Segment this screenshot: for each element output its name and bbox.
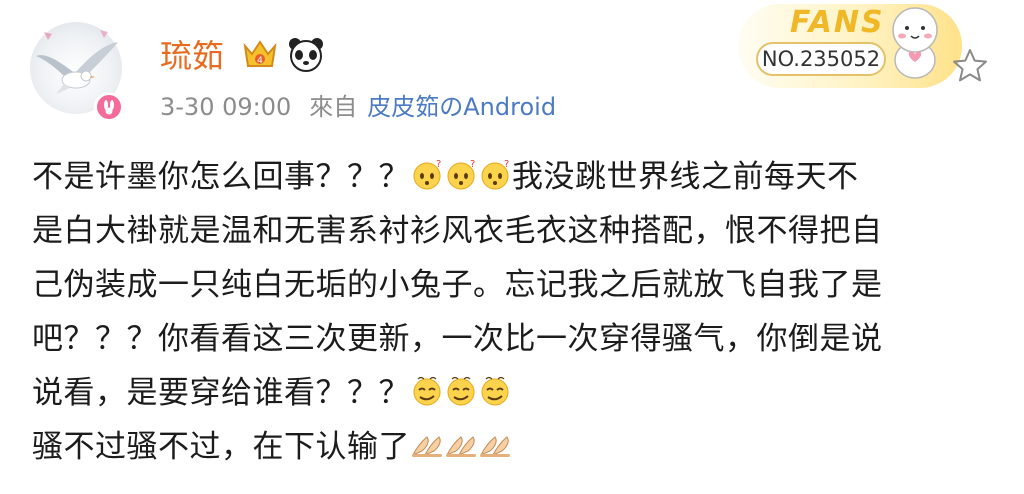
vip-crown-icon[interactable]: 4 xyxy=(240,34,280,74)
mascot-icon xyxy=(892,7,938,79)
smirk-face-emoji xyxy=(478,370,512,424)
fans-title: FANS xyxy=(790,5,885,40)
post-content: 不是许墨你怎么回事？？？??? 我没跳世界线之前每天不 是白大褂就是温和无害系衬衫… xyxy=(32,150,992,474)
content-line-2: 是白大褂就是温和无害系衬衫风衣毛衣这种搭配，恨不得把自 xyxy=(32,213,883,249)
bowing-hands-emoji xyxy=(444,424,478,478)
smirk-face-emoji xyxy=(444,370,478,424)
content-text: 我没跳世界线之前每天不 xyxy=(512,159,859,195)
bowing-hands-emoji xyxy=(410,424,444,478)
from-label: 來自 xyxy=(309,93,358,121)
confused-face-emoji: ? xyxy=(410,154,444,208)
confused-face-emoji: ? xyxy=(478,154,512,208)
star-icon[interactable] xyxy=(950,46,990,86)
content-line-6: 骚不过骚不过，在下认输了 xyxy=(32,420,992,474)
bowing-hands-emoji xyxy=(478,424,512,478)
confused-face-emoji: ? xyxy=(444,154,478,208)
content-text: 不是许墨你怎么回事？？？ xyxy=(32,159,410,195)
content-text: 说看，是要穿给谁看？？？ xyxy=(32,375,410,411)
verified-badge-icon xyxy=(94,92,124,122)
svg-text:?: ? xyxy=(436,159,442,170)
content-line-4: 吧？？？你看看这三次更新，一次比一次穿得骚气，你倒是说 xyxy=(32,321,883,357)
fans-number: NO.235052 xyxy=(756,42,886,76)
svg-text:?: ? xyxy=(504,159,510,170)
source-link[interactable]: 皮皮筎のAndroid xyxy=(367,93,556,121)
content-text: 骚不过骚不过，在下认输了 xyxy=(32,429,410,465)
svg-text:4: 4 xyxy=(257,56,263,66)
panda-icon[interactable] xyxy=(286,34,326,74)
post-time: 3-30 09:00 xyxy=(160,93,292,121)
smirk-face-emoji xyxy=(410,370,444,424)
svg-text:?: ? xyxy=(470,159,476,170)
content-line-3: 己伪装成一只纯白无垢的小兔子。忘记我之后就放飞自我了是 xyxy=(32,267,883,303)
content-line-1: 不是许墨你怎么回事？？？??? 我没跳世界线之前每天不 xyxy=(32,150,992,204)
post-meta: 3-30 09:00 來自 皮皮筎のAndroid xyxy=(160,92,556,122)
username[interactable]: 琉筎 xyxy=(160,36,224,76)
content-line-5: 说看，是要穿给谁看？？？ xyxy=(32,366,992,420)
